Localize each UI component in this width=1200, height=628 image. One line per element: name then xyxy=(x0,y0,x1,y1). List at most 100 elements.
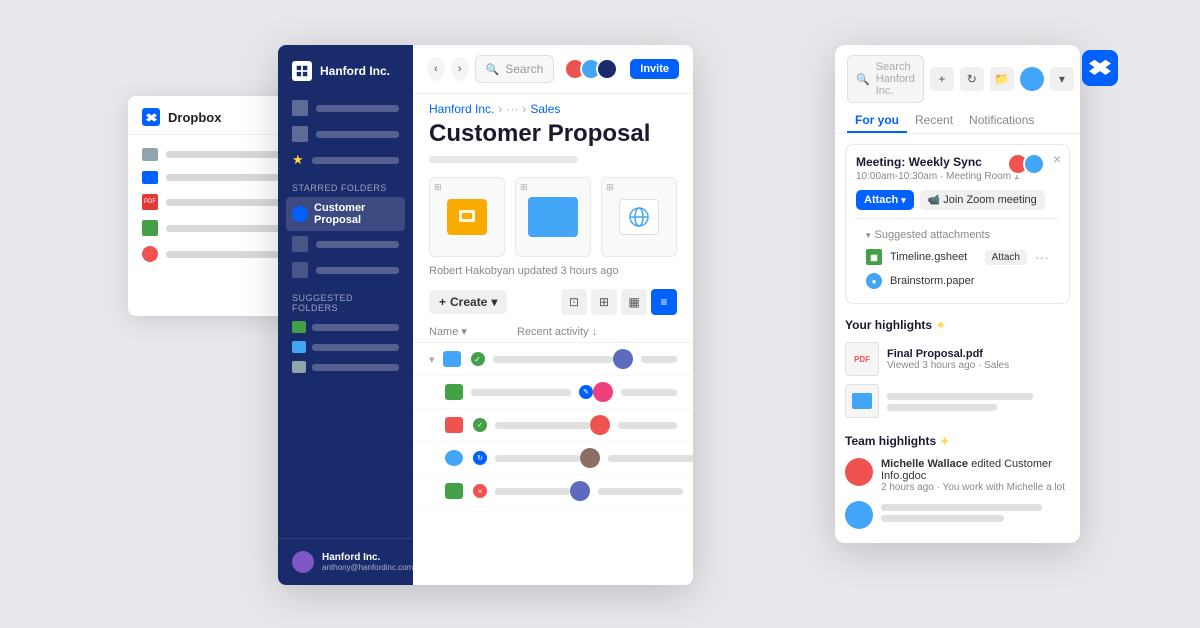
highlight-info-2 xyxy=(887,391,1070,411)
tab-notifications[interactable]: Notifications xyxy=(961,109,1042,133)
collaborator-avatar-3 xyxy=(596,58,618,80)
panel-folder-button[interactable]: 📁 xyxy=(990,67,1014,91)
attachment-name-2: Brainstorm.paper xyxy=(890,275,1049,287)
nav-folder-2[interactable] xyxy=(278,231,413,257)
suggested-folder-green xyxy=(292,321,306,333)
breadcrumb-ellipsis[interactable]: ··· xyxy=(506,102,518,116)
view-list-button[interactable]: ≡ xyxy=(651,289,677,315)
paper-type-icon xyxy=(445,450,463,466)
highlight-bar-meta-2 xyxy=(887,404,997,411)
view-preview-button[interactable]: ⊡ xyxy=(561,289,587,315)
file-row-5[interactable]: × xyxy=(413,475,693,508)
nav-recent-item[interactable] xyxy=(278,121,413,147)
file-activity-5 xyxy=(598,488,683,495)
nav-starred-item[interactable]: ★ xyxy=(278,147,413,173)
nav-recent-icon xyxy=(292,126,308,142)
attach-button[interactable]: Attach ▾ xyxy=(856,190,914,210)
meeting-close-button[interactable]: × xyxy=(1053,151,1061,167)
zoom-join-button[interactable]: 📹 Join Zoom meeting xyxy=(920,190,1045,210)
suggestions-panel: 🔍 Search Hanford Inc. + ↻ 📁 ▾ For you Re… xyxy=(835,45,1080,543)
highlight-item-1[interactable]: PDF Final Proposal.pdf Viewed 3 hours ag… xyxy=(845,338,1070,380)
panel-search-bar[interactable]: 🔍 Search Hanford Inc. xyxy=(847,55,924,103)
activity-avatar-4 xyxy=(580,448,600,468)
breadcrumb-hanford[interactable]: Hanford Inc. xyxy=(429,102,494,116)
breadcrumb-sales[interactable]: Sales xyxy=(530,102,560,116)
team-highlight-item-2 xyxy=(845,497,1070,533)
col-activity-header[interactable]: Recent activity ↓ xyxy=(517,326,677,338)
attach-action-button-1[interactable]: Attach xyxy=(985,250,1027,265)
tab-recent[interactable]: Recent xyxy=(907,109,961,133)
nav-suggested-section xyxy=(278,317,413,377)
highlight-item-2[interactable] xyxy=(845,380,1070,422)
create-button[interactable]: + Create ▾ xyxy=(429,290,507,314)
breadcrumb: Hanford Inc. › ··· › Sales xyxy=(413,94,693,118)
file-row-1[interactable]: ▾ ✓ xyxy=(413,343,693,376)
back-button[interactable]: ‹ xyxy=(427,57,445,81)
nav-files-item[interactable] xyxy=(278,95,413,121)
row1-toggle[interactable]: ▾ xyxy=(429,353,435,366)
tab-notifications-label: Notifications xyxy=(969,113,1034,127)
preview-placeholder xyxy=(429,156,578,163)
team-activity-text-1: Michelle Wallace edited Customer Info.gd… xyxy=(881,458,1070,482)
file-name-5 xyxy=(495,488,570,495)
suggested-item-2[interactable] xyxy=(286,337,405,357)
name-label: Name xyxy=(429,326,458,338)
file-row-4[interactable]: ↻ xyxy=(413,442,693,475)
nav-folder3-icon xyxy=(292,262,308,278)
activity-avatar-1 xyxy=(613,349,633,369)
thumb-slides[interactable]: ⊞ xyxy=(429,177,505,257)
edit-badge-2: ✎ xyxy=(579,385,593,399)
dropbox-logo-small xyxy=(142,108,160,126)
suggested-item-3[interactable] xyxy=(286,357,405,377)
thumb-globe[interactable]: ⊞ xyxy=(601,177,677,257)
view-grid2-button[interactable]: ▦ xyxy=(621,289,647,315)
dropbox-bg-title: Dropbox xyxy=(168,110,221,125)
file-activity-3 xyxy=(618,422,677,429)
panel-tabs: For you Recent Notifications xyxy=(835,103,1080,134)
suggested-item-1[interactable] xyxy=(286,317,405,337)
forward-button[interactable]: › xyxy=(451,57,469,81)
chevron-down-icon: ▾ xyxy=(866,230,871,241)
file-row-2[interactable]: ✎ xyxy=(413,376,693,409)
check-badge-3: ✓ xyxy=(473,418,487,432)
panel-add-button[interactable]: + xyxy=(930,67,954,91)
file-activity-2 xyxy=(621,389,677,396)
team-member-name-1: Michelle Wallace xyxy=(881,458,968,470)
search-icon: 🔍 xyxy=(486,63,500,76)
nav-folder2-icon xyxy=(292,236,308,252)
tab-for-you[interactable]: For you xyxy=(847,109,907,133)
team-highlight-item-1[interactable]: Michelle Wallace edited Customer Info.gd… xyxy=(845,454,1070,497)
meeting-actions: Attach ▾ 📹 Join Zoom meeting xyxy=(856,190,1059,210)
col-name-header[interactable]: Name ▾ xyxy=(429,325,517,338)
attachment-menu-dots-1[interactable]: ··· xyxy=(1035,249,1049,265)
panel-chevron-icon[interactable]: ▾ xyxy=(1050,67,1074,91)
file-row-3[interactable]: ✓ xyxy=(413,409,693,442)
nav-user-info: Hanford Inc. anthony@hanfordinc.com xyxy=(322,552,413,572)
invite-button[interactable]: Invite xyxy=(630,59,679,79)
attach-chevron-icon: ▾ xyxy=(901,195,906,206)
sync-badge-4: ↻ xyxy=(473,451,487,465)
breadcrumb-sep-1: › xyxy=(498,102,502,116)
search-bar[interactable]: 🔍 Search xyxy=(475,55,555,83)
file-name-1 xyxy=(493,356,613,363)
activity-label: Recent activity xyxy=(517,326,589,338)
team-member-avatar-2 xyxy=(845,501,873,529)
view-grid-button[interactable]: ⊞ xyxy=(591,289,617,315)
panel-action-icons: + ↻ 📁 ▾ xyxy=(930,67,1074,91)
meeting-avatars xyxy=(1007,153,1045,175)
nav-brand: Hanford Inc. xyxy=(278,61,413,95)
tab-for-you-label: For you xyxy=(855,113,899,127)
panel-refresh-icon[interactable]: ↻ xyxy=(960,67,984,91)
panel-user-avatar[interactable] xyxy=(1020,67,1044,91)
nav-active-customer-proposal[interactable]: Customer Proposal xyxy=(286,197,405,231)
highlight-bar-name-2 xyxy=(887,393,1033,400)
nav-user-avatar xyxy=(292,551,314,573)
thumb-folder[interactable]: ⊞ xyxy=(515,177,591,257)
nav-folder-3[interactable] xyxy=(278,257,413,283)
activity-avatar-3 xyxy=(590,415,610,435)
team-activity-meta-1: 2 hours ago · You work with Michelle a l… xyxy=(881,482,1070,493)
nav-bottom-profile[interactable]: Hanford Inc. anthony@hanfordinc.com xyxy=(278,538,413,585)
sheets-type-icon xyxy=(445,384,463,400)
file-activity-4 xyxy=(608,455,693,462)
search-placeholder-text: Search xyxy=(505,62,543,76)
